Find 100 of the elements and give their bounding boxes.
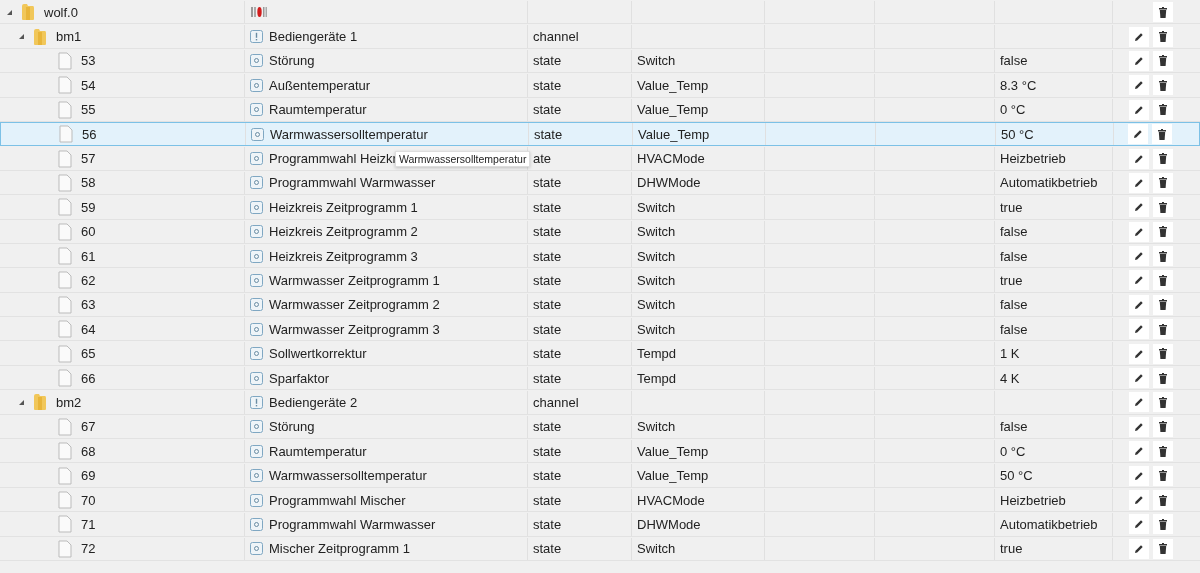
tree-label[interactable]: 58 bbox=[81, 175, 96, 191]
delete-button[interactable] bbox=[1153, 294, 1173, 315]
tree-label[interactable]: 53 bbox=[81, 53, 96, 69]
edit-button[interactable] bbox=[1129, 26, 1149, 47]
delete-button[interactable] bbox=[1153, 514, 1173, 535]
delete-button[interactable] bbox=[1153, 99, 1173, 120]
edit-button[interactable] bbox=[1129, 172, 1149, 193]
trash-icon bbox=[1158, 275, 1168, 286]
tree-label[interactable]: 65 bbox=[81, 346, 96, 362]
object-value: false bbox=[1000, 321, 1028, 337]
delete-button[interactable] bbox=[1153, 319, 1173, 340]
trash-icon bbox=[1158, 104, 1168, 116]
delete-button[interactable] bbox=[1153, 172, 1173, 193]
object-value: 8.3 °C bbox=[1000, 77, 1037, 93]
delete-button[interactable] bbox=[1153, 148, 1173, 169]
state-icon bbox=[251, 127, 264, 141]
tree-label[interactable]: 67 bbox=[81, 419, 96, 435]
delete-button[interactable] bbox=[1153, 343, 1173, 364]
tree-label[interactable]: 55 bbox=[81, 102, 96, 118]
file-icon bbox=[58, 100, 72, 119]
delete-button[interactable] bbox=[1153, 50, 1173, 71]
tree-label[interactable]: 56 bbox=[82, 126, 97, 142]
object-value: 0 °C bbox=[1000, 443, 1026, 459]
tree-label[interactable]: 60 bbox=[81, 224, 96, 240]
delete-button[interactable] bbox=[1153, 197, 1173, 218]
file-icon bbox=[58, 51, 72, 70]
delete-button[interactable] bbox=[1153, 465, 1173, 486]
object-role: Value_Temp bbox=[637, 102, 709, 118]
file-icon bbox=[58, 344, 72, 363]
edit-button[interactable] bbox=[1129, 514, 1149, 535]
delete-button[interactable] bbox=[1152, 124, 1172, 145]
tree-label[interactable]: bm1 bbox=[56, 29, 82, 45]
delete-button[interactable] bbox=[1153, 416, 1173, 437]
object-type: state bbox=[533, 541, 562, 557]
delete-button[interactable] bbox=[1153, 75, 1173, 96]
tree-label[interactable]: wolf.0 bbox=[44, 4, 78, 20]
expand-toggle-icon[interactable] bbox=[18, 33, 25, 41]
delete-button[interactable] bbox=[1153, 490, 1173, 510]
delete-button[interactable] bbox=[1153, 2, 1173, 23]
edit-button[interactable] bbox=[1129, 50, 1149, 71]
tree-label[interactable]: 68 bbox=[81, 443, 96, 459]
expand-toggle-icon[interactable] bbox=[6, 8, 13, 16]
tree-label[interactable]: 70 bbox=[81, 492, 96, 508]
tree-label[interactable]: 69 bbox=[81, 468, 96, 484]
pencil-icon bbox=[1134, 80, 1144, 91]
tree-label[interactable]: 62 bbox=[81, 273, 96, 288]
object-name: Heizkreis Zeitprogramm 2 bbox=[269, 224, 418, 240]
state-icon bbox=[250, 176, 263, 190]
delete-button[interactable] bbox=[1153, 392, 1173, 413]
pencil-icon bbox=[1134, 324, 1144, 335]
selected-row[interactable]: 56 Warmwassersolltemperatur state Value_Temp 50 °C bbox=[0, 121, 1200, 147]
delete-button[interactable] bbox=[1153, 368, 1173, 389]
file-icon bbox=[58, 491, 72, 509]
edit-button[interactable] bbox=[1129, 490, 1149, 510]
expand-toggle-icon[interactable] bbox=[18, 398, 25, 406]
object-value: 50 °C bbox=[1000, 468, 1033, 484]
tree-label[interactable]: 66 bbox=[81, 370, 96, 386]
tree-label[interactable]: 71 bbox=[81, 516, 96, 532]
edit-button[interactable] bbox=[1129, 246, 1149, 267]
pencil-icon bbox=[1134, 251, 1144, 262]
tree-label[interactable]: 61 bbox=[81, 248, 96, 264]
edit-button[interactable] bbox=[1129, 368, 1149, 389]
edit-button[interactable] bbox=[1129, 465, 1149, 486]
edit-button[interactable] bbox=[1129, 392, 1149, 413]
edit-button[interactable] bbox=[1129, 416, 1149, 437]
delete-button[interactable] bbox=[1153, 441, 1173, 462]
edit-button[interactable] bbox=[1129, 148, 1149, 169]
object-role: Value_Temp bbox=[637, 443, 709, 459]
edit-button[interactable] bbox=[1129, 343, 1149, 364]
tree-label[interactable]: 63 bbox=[81, 297, 96, 313]
object-role: HVACMode bbox=[637, 151, 705, 167]
tree-label[interactable]: 57 bbox=[81, 151, 96, 167]
edit-button[interactable] bbox=[1129, 294, 1149, 315]
delete-button[interactable] bbox=[1153, 270, 1173, 291]
tree-label[interactable]: bm2 bbox=[56, 394, 82, 410]
tree-label[interactable]: 72 bbox=[81, 541, 96, 557]
edit-button[interactable] bbox=[1128, 124, 1148, 145]
object-role: DHWMode bbox=[637, 175, 701, 191]
object-role: HVACMode bbox=[637, 492, 705, 508]
tree-label[interactable]: 59 bbox=[81, 199, 96, 215]
delete-button[interactable] bbox=[1153, 246, 1173, 267]
trash-icon bbox=[1158, 518, 1168, 530]
edit-button[interactable] bbox=[1129, 221, 1149, 242]
delete-button[interactable] bbox=[1153, 538, 1173, 559]
delete-button[interactable] bbox=[1153, 26, 1173, 47]
object-name: Bediengeräte 1 bbox=[269, 29, 358, 45]
edit-button[interactable] bbox=[1129, 75, 1149, 96]
pencil-icon bbox=[1134, 446, 1144, 457]
tree-label[interactable]: 54 bbox=[81, 77, 96, 93]
state-icon bbox=[250, 249, 263, 263]
edit-button[interactable] bbox=[1129, 441, 1149, 462]
edit-button[interactable] bbox=[1129, 319, 1149, 340]
edit-button[interactable] bbox=[1129, 99, 1149, 120]
edit-button[interactable] bbox=[1129, 197, 1149, 218]
edit-button[interactable] bbox=[1129, 538, 1149, 559]
tree-label[interactable]: 64 bbox=[81, 321, 96, 337]
edit-button[interactable] bbox=[1129, 270, 1149, 291]
file-icon bbox=[58, 271, 72, 290]
file-icon bbox=[58, 320, 72, 339]
delete-button[interactable] bbox=[1153, 221, 1173, 242]
